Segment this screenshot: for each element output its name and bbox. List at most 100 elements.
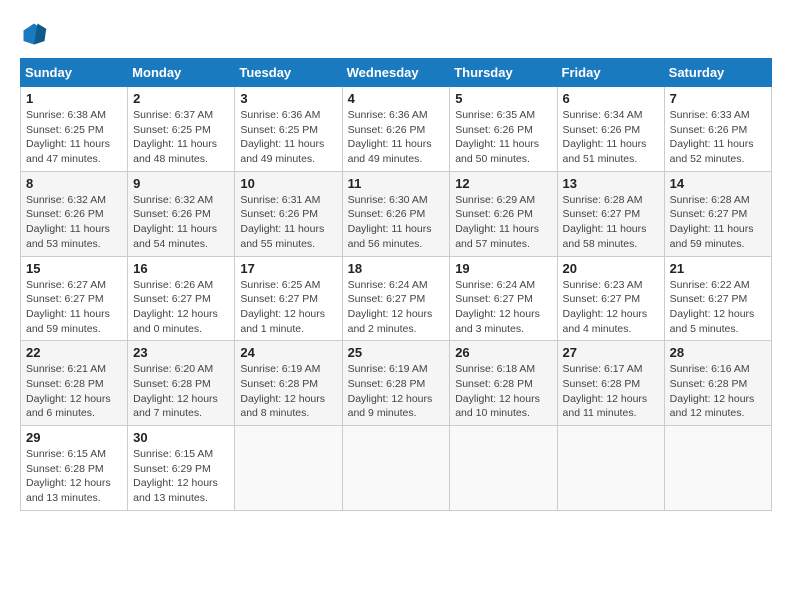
day-detail: Sunrise: 6:19 AMSunset: 6:28 PMDaylight:…: [348, 362, 445, 421]
day-number: 30: [133, 430, 229, 445]
calendar-week-row: 1 Sunrise: 6:38 AMSunset: 6:25 PMDaylight…: [21, 87, 772, 172]
day-detail: Sunrise: 6:28 AMSunset: 6:27 PMDaylight:…: [563, 193, 659, 252]
day-detail: Sunrise: 6:33 AMSunset: 6:26 PMDaylight:…: [670, 108, 766, 167]
col-friday: Friday: [557, 59, 664, 87]
table-row: 5 Sunrise: 6:35 AMSunset: 6:26 PMDaylight…: [450, 87, 557, 172]
table-row: [664, 426, 771, 511]
day-number: 15: [26, 261, 122, 276]
day-number: 2: [133, 91, 229, 106]
logo: [20, 20, 54, 48]
table-row: 14 Sunrise: 6:28 AMSunset: 6:27 PMDayligh…: [664, 171, 771, 256]
day-detail: Sunrise: 6:24 AMSunset: 6:27 PMDaylight:…: [455, 278, 551, 337]
table-row: 16 Sunrise: 6:26 AMSunset: 6:27 PMDayligh…: [128, 256, 235, 341]
day-number: 13: [563, 176, 659, 191]
table-row: 11 Sunrise: 6:30 AMSunset: 6:26 PMDayligh…: [342, 171, 450, 256]
day-detail: Sunrise: 6:28 AMSunset: 6:27 PMDaylight:…: [670, 193, 766, 252]
day-number: 21: [670, 261, 766, 276]
day-number: 7: [670, 91, 766, 106]
calendar-week-row: 8Sunrise: 6:32 AMSunset: 6:26 PMDaylight…: [21, 171, 772, 256]
day-number: 25: [348, 345, 445, 360]
table-row: 6 Sunrise: 6:34 AMSunset: 6:26 PMDaylight…: [557, 87, 664, 172]
col-saturday: Saturday: [664, 59, 771, 87]
day-number: 1: [26, 91, 122, 106]
table-row: 23 Sunrise: 6:20 AMSunset: 6:28 PMDayligh…: [128, 341, 235, 426]
table-row: 10Sunrise: 6:31 AMSunset: 6:26 PMDayligh…: [235, 171, 342, 256]
day-number: 29: [26, 430, 122, 445]
day-detail: Sunrise: 6:32 AMSunset: 6:26 PMDaylight:…: [133, 193, 229, 252]
table-row: 27 Sunrise: 6:17 AMSunset: 6:28 PMDayligh…: [557, 341, 664, 426]
day-number: 20: [563, 261, 659, 276]
calendar-week-row: 22 Sunrise: 6:21 AMSunset: 6:28 PMDayligh…: [21, 341, 772, 426]
table-row: 17 Sunrise: 6:25 AMSunset: 6:27 PMDayligh…: [235, 256, 342, 341]
table-row: 2 Sunrise: 6:37 AMSunset: 6:25 PMDaylight…: [128, 87, 235, 172]
day-detail: Sunrise: 6:19 AMSunset: 6:28 PMDaylight:…: [240, 362, 336, 421]
table-row: 28 Sunrise: 6:16 AMSunset: 6:28 PMDayligh…: [664, 341, 771, 426]
calendar-week-row: 29 Sunrise: 6:15 AMSunset: 6:28 PMDayligh…: [21, 426, 772, 511]
table-row: 4 Sunrise: 6:36 AMSunset: 6:26 PMDaylight…: [342, 87, 450, 172]
day-detail: Sunrise: 6:15 AMSunset: 6:28 PMDaylight:…: [26, 447, 122, 506]
day-detail: Sunrise: 6:17 AMSunset: 6:28 PMDaylight:…: [563, 362, 659, 421]
day-detail: Sunrise: 6:23 AMSunset: 6:27 PMDaylight:…: [563, 278, 659, 337]
day-detail: Sunrise: 6:37 AMSunset: 6:25 PMDaylight:…: [133, 108, 229, 167]
day-number: 22: [26, 345, 122, 360]
day-detail: Sunrise: 6:26 AMSunset: 6:27 PMDaylight:…: [133, 278, 229, 337]
day-number: 6: [563, 91, 659, 106]
day-detail: Sunrise: 6:18 AMSunset: 6:28 PMDaylight:…: [455, 362, 551, 421]
day-number: 4: [348, 91, 445, 106]
table-row: 19 Sunrise: 6:24 AMSunset: 6:27 PMDayligh…: [450, 256, 557, 341]
day-detail: Sunrise: 6:16 AMSunset: 6:28 PMDaylight:…: [670, 362, 766, 421]
day-detail: Sunrise: 6:36 AMSunset: 6:25 PMDaylight:…: [240, 108, 336, 167]
logo-icon: [20, 20, 48, 48]
calendar-header-row: Sunday Monday Tuesday Wednesday Thursday…: [21, 59, 772, 87]
day-number: 10: [240, 176, 336, 191]
day-detail: Sunrise: 6:20 AMSunset: 6:28 PMDaylight:…: [133, 362, 229, 421]
table-row: 22 Sunrise: 6:21 AMSunset: 6:28 PMDayligh…: [21, 341, 128, 426]
day-number: 17: [240, 261, 336, 276]
day-detail: Sunrise: 6:32 AMSunset: 6:26 PMDaylight:…: [26, 193, 122, 252]
day-detail: Sunrise: 6:15 AMSunset: 6:29 PMDaylight:…: [133, 447, 229, 506]
day-number: 11: [348, 176, 445, 191]
table-row: 3 Sunrise: 6:36 AMSunset: 6:25 PMDaylight…: [235, 87, 342, 172]
day-number: 24: [240, 345, 336, 360]
table-row: 30 Sunrise: 6:15 AMSunset: 6:29 PMDayligh…: [128, 426, 235, 511]
day-detail: Sunrise: 6:38 AMSunset: 6:25 PMDaylight:…: [26, 108, 122, 167]
table-row: 15Sunrise: 6:27 AMSunset: 6:27 PMDayligh…: [21, 256, 128, 341]
table-row: [342, 426, 450, 511]
day-detail: Sunrise: 6:29 AMSunset: 6:26 PMDaylight:…: [455, 193, 551, 252]
day-detail: Sunrise: 6:34 AMSunset: 6:26 PMDaylight:…: [563, 108, 659, 167]
day-number: 14: [670, 176, 766, 191]
day-number: 5: [455, 91, 551, 106]
day-number: 16: [133, 261, 229, 276]
table-row: 12 Sunrise: 6:29 AMSunset: 6:26 PMDayligh…: [450, 171, 557, 256]
day-detail: Sunrise: 6:35 AMSunset: 6:26 PMDaylight:…: [455, 108, 551, 167]
day-number: 28: [670, 345, 766, 360]
col-monday: Monday: [128, 59, 235, 87]
table-row: 21Sunrise: 6:22 AMSunset: 6:27 PMDayligh…: [664, 256, 771, 341]
day-detail: Sunrise: 6:21 AMSunset: 6:28 PMDaylight:…: [26, 362, 122, 421]
table-row: 29 Sunrise: 6:15 AMSunset: 6:28 PMDayligh…: [21, 426, 128, 511]
day-number: 12: [455, 176, 551, 191]
col-wednesday: Wednesday: [342, 59, 450, 87]
table-row: [235, 426, 342, 511]
table-row: 13 Sunrise: 6:28 AMSunset: 6:27 PMDayligh…: [557, 171, 664, 256]
day-number: 19: [455, 261, 551, 276]
table-row: 9 Sunrise: 6:32 AMSunset: 6:26 PMDaylight…: [128, 171, 235, 256]
page-header: [20, 20, 772, 48]
table-row: 7 Sunrise: 6:33 AMSunset: 6:26 PMDaylight…: [664, 87, 771, 172]
table-row: [557, 426, 664, 511]
day-number: 26: [455, 345, 551, 360]
day-number: 3: [240, 91, 336, 106]
col-thursday: Thursday: [450, 59, 557, 87]
col-tuesday: Tuesday: [235, 59, 342, 87]
day-detail: Sunrise: 6:25 AMSunset: 6:27 PMDaylight:…: [240, 278, 336, 337]
col-sunday: Sunday: [21, 59, 128, 87]
day-detail: Sunrise: 6:36 AMSunset: 6:26 PMDaylight:…: [348, 108, 445, 167]
day-number: 18: [348, 261, 445, 276]
table-row: [450, 426, 557, 511]
day-number: 27: [563, 345, 659, 360]
day-number: 23: [133, 345, 229, 360]
day-detail: Sunrise: 6:30 AMSunset: 6:26 PMDaylight:…: [348, 193, 445, 252]
day-number: 9: [133, 176, 229, 191]
table-row: 24 Sunrise: 6:19 AMSunset: 6:28 PMDayligh…: [235, 341, 342, 426]
table-row: 20 Sunrise: 6:23 AMSunset: 6:27 PMDayligh…: [557, 256, 664, 341]
